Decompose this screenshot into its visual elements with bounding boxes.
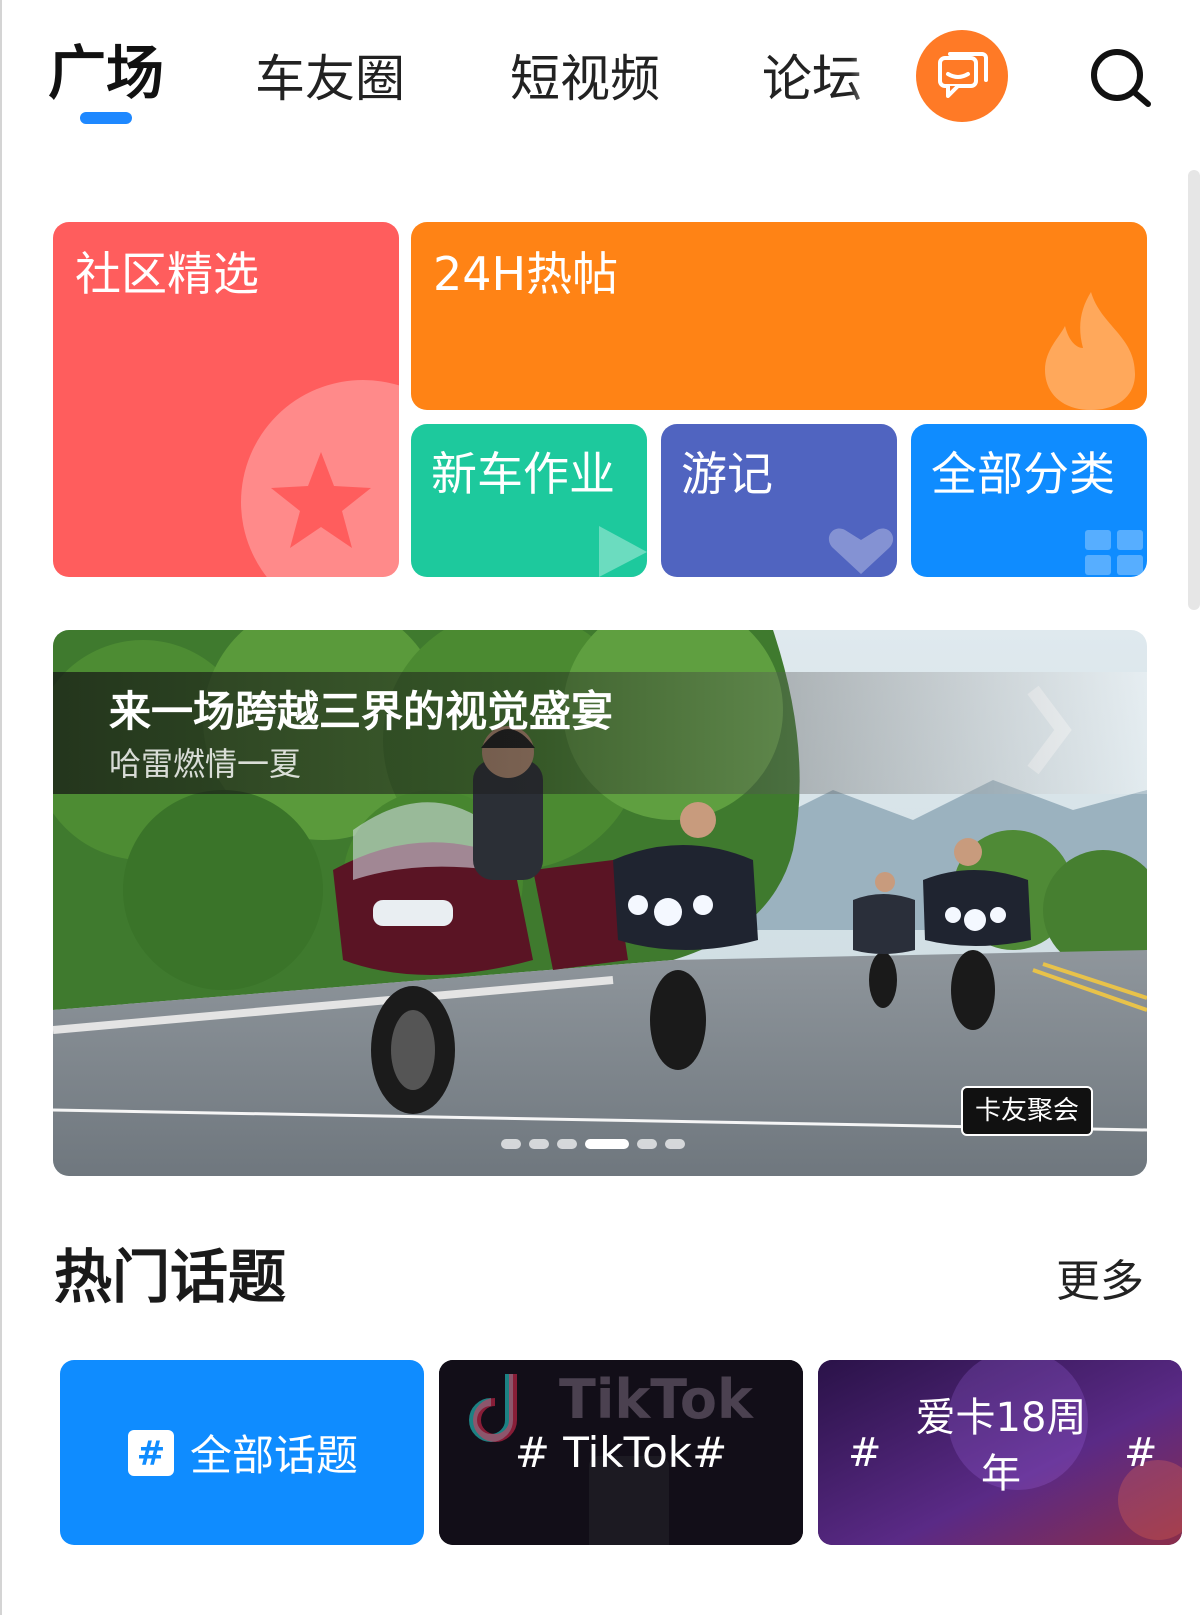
featured-card[interactable]: 社区精选 [53, 222, 399, 577]
carousel-dot-active[interactable] [585, 1139, 629, 1149]
carousel-dot[interactable] [637, 1139, 657, 1149]
carousel-dot[interactable] [501, 1139, 521, 1149]
new-car-label: 新车作业 [431, 447, 615, 501]
topic-aika-hash-left: # [848, 1430, 882, 1476]
chat-bubble-icon [938, 52, 988, 98]
topic-card-tiktok[interactable]: TikTok # TikTok# [439, 1360, 803, 1545]
topic-aika-label: 爱卡18周年 [915, 1395, 1087, 1497]
all-categories-card[interactable]: 全部分类 [911, 424, 1147, 577]
left-edge [0, 0, 2, 1615]
heart-icon [828, 528, 894, 574]
hot-posts-label: 24H热帖 [433, 247, 619, 301]
topic-tiktok-label: # TikTok# [514, 1428, 728, 1477]
carousel-dot[interactable] [557, 1139, 577, 1149]
star-icon [271, 452, 371, 548]
search-button[interactable] [1086, 44, 1156, 114]
new-car-card[interactable]: 新车作业 [411, 424, 647, 577]
all-categories-label: 全部分类 [931, 447, 1115, 501]
search-icon [1091, 49, 1151, 107]
tab-forum[interactable]: 论坛 [762, 44, 862, 114]
promo-banner[interactable]: 来一场跨越三界的视觉盛宴 哈雷燃情一夏 卡友聚会 [53, 630, 1147, 1176]
carousel-dots[interactable] [501, 1139, 685, 1149]
carousel-dot[interactable] [529, 1139, 549, 1149]
travel-label: 游记 [681, 447, 773, 501]
grid-icon [1085, 530, 1143, 575]
banner-subtitle: 哈雷燃情一夏 [109, 745, 302, 783]
hot-topics-title: 热门话题 [54, 1243, 287, 1311]
hashtag-icon: # [127, 1429, 174, 1476]
tab-car-friends[interactable]: 车友圈 [255, 44, 405, 114]
banner-tag: 卡友聚会 [961, 1086, 1094, 1136]
flame-icon [1045, 292, 1135, 410]
carousel-dot[interactable] [665, 1139, 685, 1149]
svg-text:#: # [137, 1434, 166, 1474]
travel-card[interactable]: 游记 [661, 424, 897, 577]
tab-plaza[interactable]: 广场 [48, 38, 164, 108]
topic-aika-hash-right: # [1124, 1430, 1158, 1476]
topic-card-all[interactable]: # 全部话题 [60, 1360, 424, 1545]
scrollbar[interactable] [1188, 170, 1200, 610]
hot-posts-card[interactable]: 24H热帖 [411, 222, 1147, 410]
top-navigation: 广场 车友圈 短视频 论坛 [0, 0, 1200, 150]
tab-scroll-fade [850, 20, 900, 130]
message-button[interactable] [916, 30, 1008, 122]
active-tab-indicator [80, 112, 132, 124]
topic-card-aika[interactable]: # 爱卡18周年 # [818, 1360, 1182, 1545]
more-topics-link[interactable]: 更多 [1056, 1252, 1144, 1312]
topic-all-content: # 全部话题 [60, 1360, 424, 1545]
play-icon [599, 526, 647, 577]
topic-all-label: 全部话题 [189, 1431, 358, 1480]
tab-short-video[interactable]: 短视频 [510, 44, 660, 114]
banner-title: 来一场跨越三界的视觉盛宴 [109, 687, 614, 736]
featured-label: 社区精选 [75, 247, 259, 301]
